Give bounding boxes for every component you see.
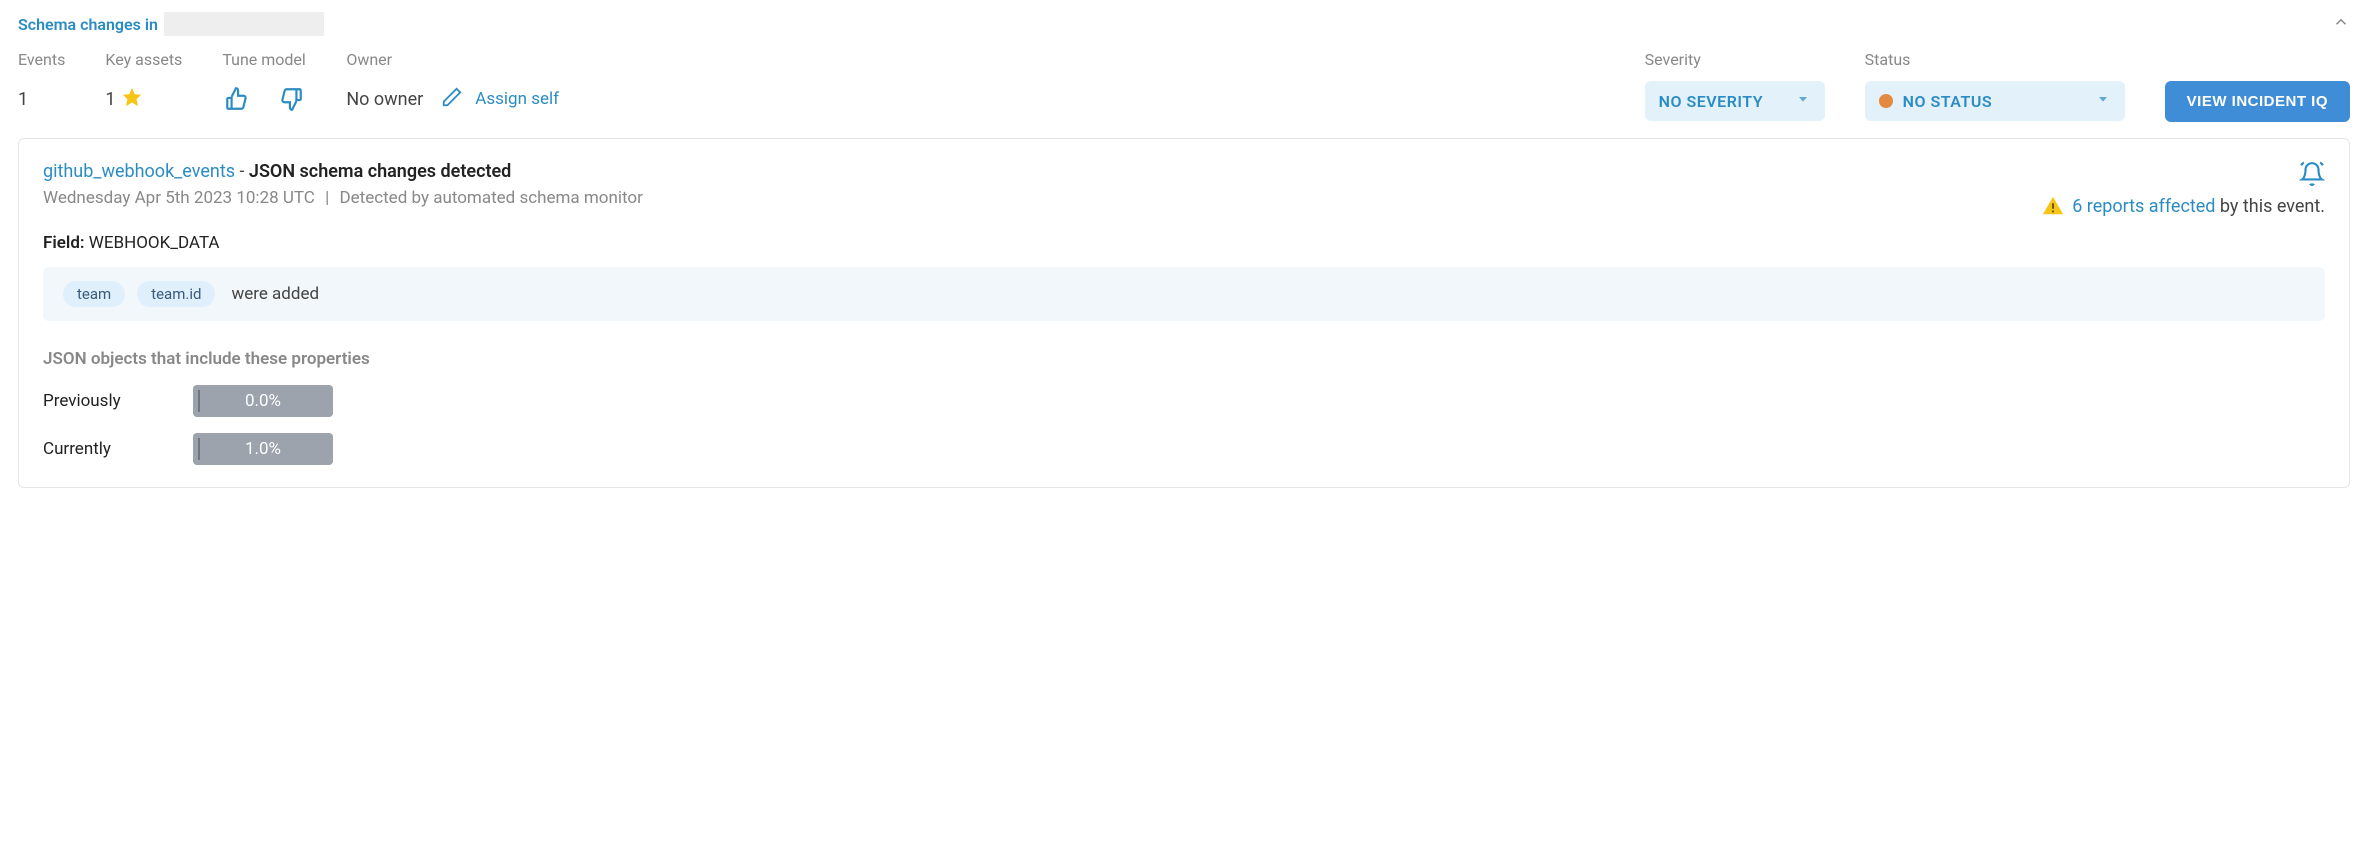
warning-icon bbox=[2042, 195, 2064, 217]
changes-box: team team.id were added bbox=[43, 267, 2325, 321]
star-icon bbox=[121, 86, 143, 113]
bar-tick bbox=[198, 438, 200, 460]
edit-owner-icon[interactable] bbox=[441, 86, 463, 113]
status-col: Status NO STATUS bbox=[1865, 50, 2125, 121]
property-pill: team bbox=[63, 281, 125, 307]
status-label: Status bbox=[1865, 50, 2125, 69]
changes-suffix: were added bbox=[231, 284, 319, 304]
stat-label-previously: Previously bbox=[43, 391, 163, 411]
status-value: NO STATUS bbox=[1903, 92, 1992, 111]
summary-row: Events 1 Key assets 1 Tune model Owner N… bbox=[18, 46, 2350, 132]
key-assets-value: 1 bbox=[105, 81, 182, 117]
severity-value: NO SEVERITY bbox=[1659, 92, 1763, 111]
assign-self-link[interactable]: Assign self bbox=[475, 89, 559, 109]
header-row: Schema changes in bbox=[18, 12, 2350, 36]
owner-col: Owner No owner Assign self bbox=[346, 50, 559, 117]
card-header: github_webhook_events - JSON schema chan… bbox=[43, 161, 2325, 217]
owner-label: Owner bbox=[346, 50, 559, 69]
severity-col: Severity NO SEVERITY bbox=[1645, 50, 1825, 121]
thumbs-up-icon[interactable] bbox=[222, 84, 252, 114]
stat-bar-previously: 0.0% bbox=[193, 385, 333, 417]
reports-affected-suffix: by this event. bbox=[2215, 196, 2325, 217]
stat-row-previously: Previously 0.0% bbox=[43, 385, 2325, 417]
event-timestamp: Wednesday Apr 5th 2023 10:28 UTC bbox=[43, 188, 315, 208]
events-label: Events bbox=[18, 50, 65, 69]
stat-label-currently: Currently bbox=[43, 439, 163, 459]
events-value: 1 bbox=[18, 81, 65, 117]
events-col: Events 1 bbox=[18, 50, 65, 117]
stat-bar-currently: 1.0% bbox=[193, 433, 333, 465]
title-dash: - bbox=[235, 161, 249, 182]
severity-dropdown[interactable]: NO SEVERITY bbox=[1645, 81, 1825, 121]
owner-value: No owner bbox=[346, 89, 423, 110]
bell-icon[interactable] bbox=[2299, 161, 2325, 187]
redacted-name bbox=[164, 12, 324, 36]
event-meta: Wednesday Apr 5th 2023 10:28 UTC | Detec… bbox=[43, 188, 643, 208]
severity-label: Severity bbox=[1645, 50, 1825, 69]
status-dropdown[interactable]: NO STATUS bbox=[1865, 81, 2125, 121]
event-header-left: github_webhook_events - JSON schema chan… bbox=[43, 161, 643, 208]
field-line: Field: WEBHOOK_DATA bbox=[43, 233, 2325, 253]
collapse-caret-icon[interactable] bbox=[2332, 13, 2350, 35]
stat-row-currently: Currently 1.0% bbox=[43, 433, 2325, 465]
field-value: WEBHOOK_DATA bbox=[89, 233, 220, 253]
reports-affected: 6 reports affected by this event. bbox=[2042, 195, 2325, 217]
event-title: github_webhook_events - JSON schema chan… bbox=[43, 161, 643, 182]
field-label: Field: bbox=[43, 233, 85, 253]
event-source-link[interactable]: github_webhook_events bbox=[43, 161, 235, 182]
thumbs-down-icon[interactable] bbox=[276, 84, 306, 114]
reports-affected-link[interactable]: 6 reports affected bbox=[2072, 196, 2215, 217]
event-description: JSON schema changes detected bbox=[249, 161, 511, 182]
property-pill: team.id bbox=[137, 281, 215, 307]
bar-tick bbox=[198, 390, 200, 412]
detected-by: Detected by automated schema monitor bbox=[339, 188, 642, 208]
key-assets-count: 1 bbox=[105, 89, 115, 110]
event-card: github_webhook_events - JSON schema chan… bbox=[18, 138, 2350, 488]
title-link[interactable]: Schema changes in bbox=[18, 15, 158, 34]
tune-model-label: Tune model bbox=[222, 50, 306, 69]
key-assets-label: Key assets bbox=[105, 50, 182, 69]
stat-value-previously: 0.0% bbox=[245, 391, 281, 411]
meta-separator: | bbox=[325, 188, 329, 208]
action-col: VIEW INCIDENT IQ bbox=[2165, 50, 2350, 122]
status-dot-icon bbox=[1879, 94, 1893, 108]
chevron-down-icon bbox=[2095, 91, 2111, 111]
stat-value-currently: 1.0% bbox=[245, 439, 281, 459]
page-title: Schema changes in bbox=[18, 12, 324, 36]
key-assets-col: Key assets 1 bbox=[105, 50, 182, 117]
event-header-right: 6 reports affected by this event. bbox=[2042, 161, 2325, 217]
view-incident-iq-button[interactable]: VIEW INCIDENT IQ bbox=[2165, 81, 2350, 122]
chevron-down-icon bbox=[1795, 91, 1811, 111]
json-props-heading: JSON objects that include these properti… bbox=[43, 349, 2325, 369]
tune-model-col: Tune model bbox=[222, 50, 306, 117]
